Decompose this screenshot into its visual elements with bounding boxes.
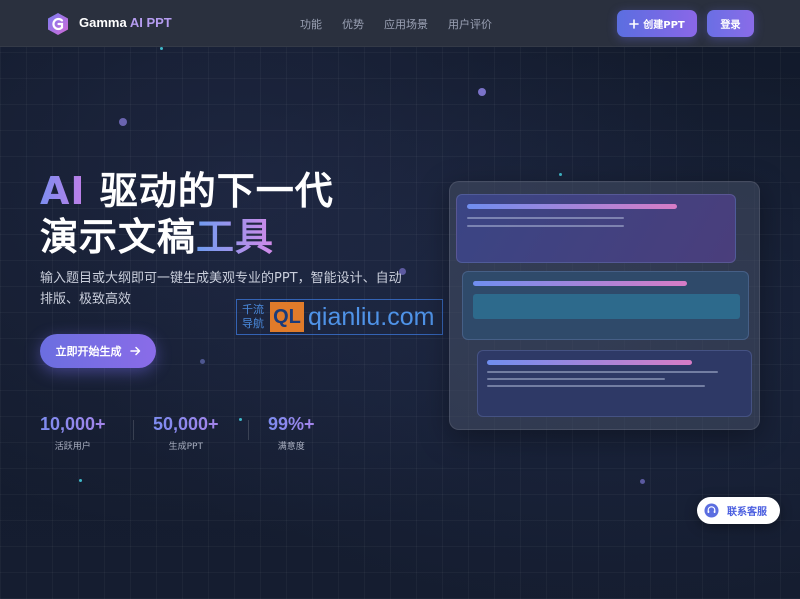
watermark-logo: QL bbox=[270, 302, 304, 332]
slide-title-bar bbox=[487, 360, 692, 365]
main-nav: 功能 优势 应用场景 用户评价 bbox=[300, 16, 492, 32]
nav-item-advantages[interactable]: 优势 bbox=[342, 16, 364, 32]
slide-content-block bbox=[473, 294, 740, 319]
stat-label: 活跃用户 bbox=[54, 442, 91, 452]
slide-text-line bbox=[487, 371, 718, 373]
slide-text-line bbox=[467, 225, 624, 227]
create-ppt-label: 创建PPT bbox=[643, 20, 685, 31]
stat-value: 10,000+ bbox=[40, 414, 106, 434]
slides-preview bbox=[449, 181, 760, 430]
decor-dot bbox=[239, 418, 242, 421]
watermark-small-top: 千流 bbox=[242, 303, 264, 316]
brand-name-suffix: AI PPT bbox=[129, 15, 172, 30]
stat-satisfaction: 99%+ 满意度 bbox=[268, 414, 315, 452]
watermark-text: qianliu.com bbox=[308, 302, 435, 331]
start-generate-button[interactable]: 立即开始生成 bbox=[40, 334, 156, 368]
customer-service-label: 联系客服 bbox=[727, 507, 767, 518]
hero-title-accent2: 工具 bbox=[196, 215, 275, 259]
hero-title-main: 演示文稿 bbox=[40, 215, 197, 259]
decor-dot bbox=[160, 47, 163, 50]
start-generate-label: 立即开始生成 bbox=[55, 345, 122, 358]
top-navbar: Gamma AI PPT 功能 优势 应用场景 用户评价 创建PPT 登录 bbox=[0, 0, 800, 47]
slide-text-line bbox=[467, 217, 624, 219]
decor-dot bbox=[640, 479, 645, 484]
nav-item-use-cases[interactable]: 应用场景 bbox=[384, 16, 428, 32]
slide-text-line bbox=[487, 385, 705, 387]
plus-icon bbox=[629, 18, 640, 29]
logo-icon bbox=[48, 13, 68, 35]
watermark-small-text: 千流 导航 bbox=[238, 303, 268, 331]
stat-value: 99%+ bbox=[268, 414, 315, 434]
decor-dot bbox=[478, 88, 486, 96]
preview-slide bbox=[462, 271, 749, 340]
preview-slide bbox=[477, 350, 752, 417]
create-ppt-button[interactable]: 创建PPT bbox=[617, 10, 697, 37]
brand-name-main: Gamma bbox=[79, 15, 127, 30]
stat-label: 满意度 bbox=[277, 442, 305, 452]
watermark-small-bottom: 导航 bbox=[242, 317, 264, 330]
stat-divider bbox=[248, 420, 249, 440]
nav-item-features[interactable]: 功能 bbox=[300, 16, 322, 32]
login-label: 登录 bbox=[720, 20, 741, 31]
slide-title-bar bbox=[473, 281, 687, 286]
stat-value: 50,000+ bbox=[153, 414, 219, 434]
slide-text-line bbox=[487, 378, 665, 380]
decor-dot bbox=[559, 173, 562, 176]
decor-dot bbox=[119, 118, 127, 126]
headset-icon bbox=[704, 503, 719, 518]
preview-slide bbox=[456, 194, 736, 263]
customer-service-button[interactable]: 联系客服 bbox=[697, 497, 780, 524]
nav-item-reviews[interactable]: 用户评价 bbox=[448, 16, 492, 32]
hero-title-line2: 演示文稿工具 bbox=[40, 206, 274, 261]
stat-divider bbox=[133, 420, 134, 440]
login-button[interactable]: 登录 bbox=[707, 10, 754, 37]
arrow-right-icon bbox=[129, 346, 140, 356]
stat-label: 生成PPT bbox=[168, 442, 203, 452]
brand-name[interactable]: Gamma AI PPT bbox=[79, 15, 172, 30]
decor-dot bbox=[200, 359, 205, 364]
slide-title-bar bbox=[467, 204, 677, 209]
stat-generated-ppt: 50,000+ 生成PPT bbox=[153, 414, 219, 452]
stat-active-users: 10,000+ 活跃用户 bbox=[40, 414, 106, 452]
watermark: 千流 导航 QL qianliu.com bbox=[236, 299, 443, 335]
decor-dot bbox=[79, 479, 82, 482]
